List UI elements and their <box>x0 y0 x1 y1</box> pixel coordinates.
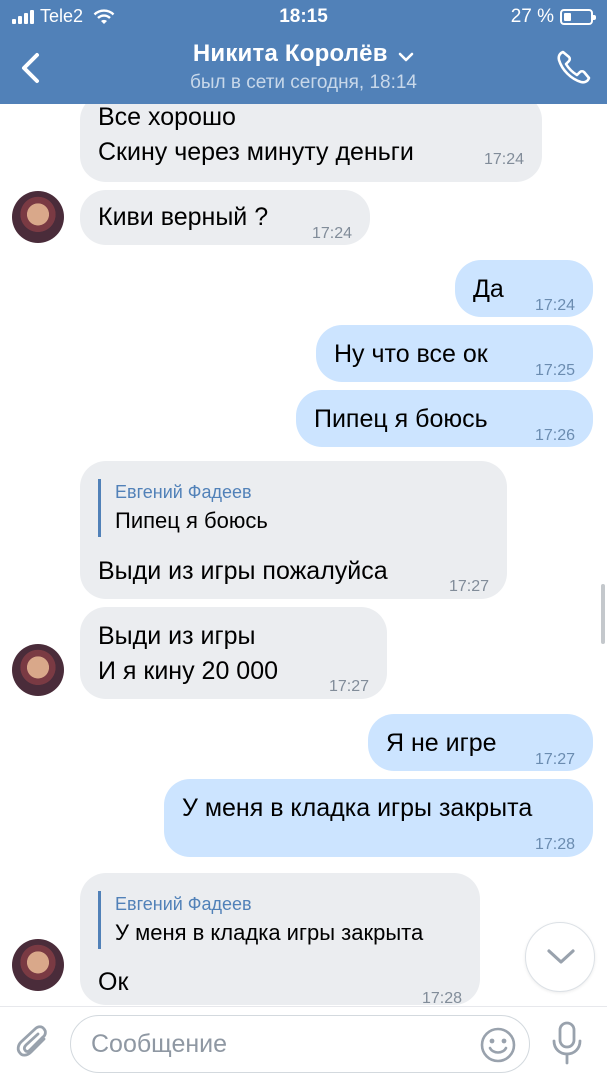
message-bubble-outgoing[interactable]: Ну что все ок 17:25 <box>316 325 593 382</box>
message-time: 17:26 <box>534 427 575 444</box>
message-time: 17:24 <box>534 297 575 314</box>
quote-author: Евгений Фадеев <box>115 894 252 914</box>
scroll-to-bottom-button[interactable] <box>525 922 595 992</box>
message-time: 17:27 <box>534 751 575 768</box>
message-text: Да <box>473 275 504 303</box>
message-text: У меня в кладка игры закрыта <box>182 794 533 822</box>
quote-text: Пипец я боюсь <box>115 508 268 533</box>
message-bubble-outgoing[interactable]: Да 17:24 <box>455 260 593 317</box>
message-input-placeholder: Сообщение <box>91 1030 228 1058</box>
reply-quote[interactable]: Евгений Фадеев У меня в кладка игры закр… <box>98 891 423 949</box>
reply-quote[interactable]: Евгений Фадеев Пипец я боюсь <box>98 479 268 537</box>
message-bubble-outgoing[interactable]: Пипец я боюсь 17:26 <box>296 390 593 447</box>
chevron-down-icon <box>547 949 575 964</box>
message-bubble-outgoing[interactable]: Я не игре 17:27 <box>368 714 593 771</box>
smiley-icon[interactable] <box>479 1026 517 1064</box>
message-text: Пипец я боюсь <box>314 405 488 433</box>
message-time: 17:27 <box>448 578 489 595</box>
battery-percent: 27 % <box>510 6 554 27</box>
message-text: Ну что все ок <box>334 340 488 368</box>
contact-info[interactable]: Никита Королёв был в сети сегодня, 18:14 <box>0 40 607 94</box>
microphone-icon[interactable] <box>549 1021 585 1065</box>
message-bubble-incoming[interactable]: Евгений Фадеев У меня в кладка игры закр… <box>80 873 480 1006</box>
message-text: Все хорошо <box>98 104 236 131</box>
scrollbar[interactable] <box>601 584 605 644</box>
message-time: 17:24 <box>311 225 352 242</box>
message-time: 17:28 <box>534 836 575 853</box>
message-composer: Сообщение <box>0 1006 607 1080</box>
message-text: Скину через минуту деньги <box>98 138 414 166</box>
avatar[interactable] <box>12 939 64 991</box>
last-seen: был в сети сегодня, 18:14 <box>189 72 417 93</box>
message-text: Выди из игры <box>98 622 256 650</box>
contact-name: Никита Королёв <box>192 40 388 67</box>
avatar[interactable] <box>12 644 64 696</box>
message-bubble-incoming[interactable]: Выди из игры И я кину 20 000 17:27 <box>80 607 387 699</box>
message-time: 17:27 <box>328 678 369 695</box>
message-text: Я не игре <box>386 729 497 757</box>
message-text: Выди из игры пожалуйса <box>98 557 388 585</box>
status-bar-right: 27 % <box>510 6 596 28</box>
chat-header: Никита Королёв был в сети сегодня, 18:14 <box>0 34 607 104</box>
message-bubble-incoming[interactable]: Все хорошо Скину через минуту деньги 17:… <box>80 104 542 182</box>
chevron-down-icon <box>398 52 414 62</box>
message-bubble-incoming[interactable]: Евгений Фадеев Пипец я боюсь Выди из игр… <box>80 461 507 599</box>
battery-fill <box>564 13 571 21</box>
message-time: 17:25 <box>534 362 575 379</box>
message-input[interactable]: Сообщение <box>70 1015 530 1073</box>
message-time: 17:28 <box>421 990 462 1006</box>
message-bubble-incoming[interactable]: Киви верный ? 17:24 <box>80 190 370 245</box>
quote-author: Евгений Фадеев <box>115 482 252 502</box>
battery-icon <box>560 9 596 25</box>
message-text: Ок <box>98 968 129 996</box>
message-time: 17:24 <box>483 151 524 168</box>
phone-icon[interactable] <box>553 48 593 88</box>
status-bar: Tele2 18:15 27 % <box>0 0 607 34</box>
quote-text: У меня в кладка игры закрыта <box>115 920 424 945</box>
message-list[interactable]: Все хорошо Скину через минуту деньги 17:… <box>0 104 607 1006</box>
paperclip-icon[interactable] <box>14 1023 54 1063</box>
message-bubble-outgoing[interactable]: У меня в кладка игры закрыта 17:28 <box>164 779 593 857</box>
message-text: Киви верный ? <box>98 203 269 231</box>
avatar[interactable] <box>12 191 64 243</box>
